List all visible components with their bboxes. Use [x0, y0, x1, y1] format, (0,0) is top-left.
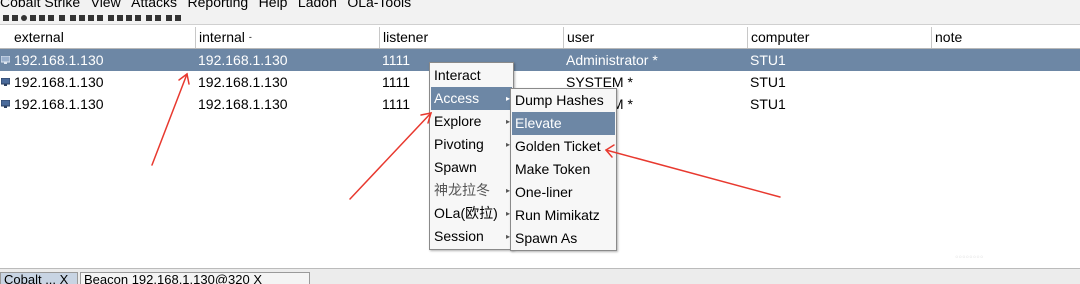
- annotation-arrow: [349, 112, 432, 200]
- tab-cobalt-console[interactable]: Cobalt ... X: [0, 272, 78, 284]
- watermark-logo-icon: ◦◦◦◦◦◦◦◦: [955, 252, 984, 263]
- annotation-arrow: [605, 149, 781, 198]
- bottom-tab-bar: Cobalt ... X Beacon 192.168.1.130@320 X: [0, 268, 1080, 284]
- annotation-arrow: [151, 73, 188, 166]
- annotation-arrows: [151, 72, 781, 200]
- tab-beacon[interactable]: Beacon 192.168.1.130@320 X: [80, 272, 310, 284]
